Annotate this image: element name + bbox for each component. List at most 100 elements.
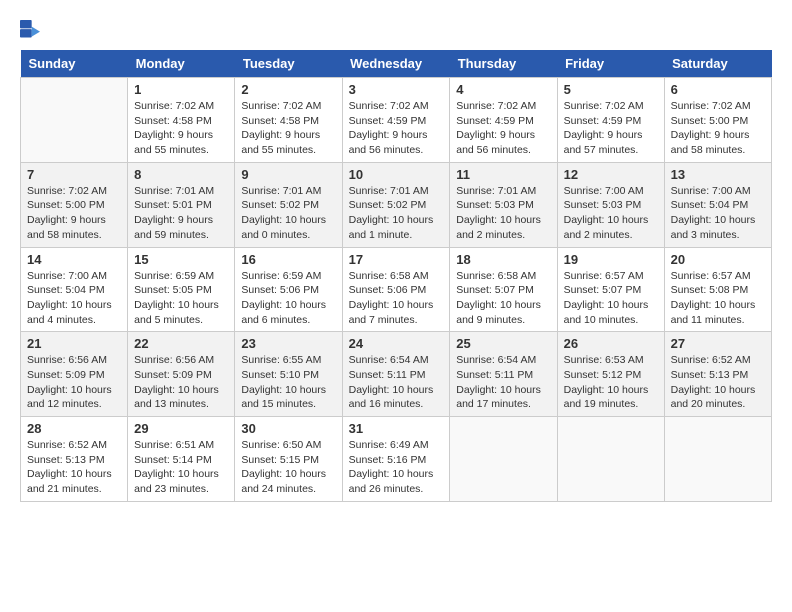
- cell-info: Sunrise: 6:56 AMSunset: 5:09 PMDaylight:…: [27, 353, 121, 412]
- cell-info: Sunrise: 6:57 AMSunset: 5:07 PMDaylight:…: [564, 269, 658, 328]
- calendar-cell: 14 Sunrise: 7:00 AMSunset: 5:04 PMDayligh…: [21, 247, 128, 332]
- date-number: 3: [349, 82, 444, 97]
- date-number: 29: [134, 421, 228, 436]
- cell-info: Sunrise: 7:00 AMSunset: 5:03 PMDaylight:…: [564, 184, 658, 243]
- calendar-cell: 1Sunrise: 7:02 AMSunset: 4:58 PMDaylight…: [128, 78, 235, 163]
- cell-info: Sunrise: 7:01 AMSunset: 5:02 PMDaylight:…: [349, 184, 444, 243]
- date-number: 25: [456, 336, 550, 351]
- date-number: 26: [564, 336, 658, 351]
- cell-info: Sunrise: 6:54 AMSunset: 5:11 PMDaylight:…: [456, 353, 550, 412]
- page-header: [20, 20, 772, 40]
- calendar-cell: 27 Sunrise: 6:52 AMSunset: 5:13 PMDayligh…: [664, 332, 771, 417]
- calendar-cell: 23 Sunrise: 6:55 AMSunset: 5:10 PMDayligh…: [235, 332, 342, 417]
- calendar-cell: 24 Sunrise: 6:54 AMSunset: 5:11 PMDayligh…: [342, 332, 450, 417]
- logo: [20, 20, 44, 40]
- cell-info: Sunrise: 6:58 AMSunset: 5:06 PMDaylight:…: [349, 269, 444, 328]
- cell-info: Sunrise: 7:02 AMSunset: 4:59 PMDaylight:…: [456, 99, 550, 158]
- day-header-saturday: Saturday: [664, 50, 771, 78]
- date-number: 23: [241, 336, 335, 351]
- cell-info: Sunrise: 6:56 AMSunset: 5:09 PMDaylight:…: [134, 353, 228, 412]
- date-number: 31: [349, 421, 444, 436]
- calendar-cell: 25 Sunrise: 6:54 AMSunset: 5:11 PMDayligh…: [450, 332, 557, 417]
- date-number: 10: [349, 167, 444, 182]
- calendar-cell: 20 Sunrise: 6:57 AMSunset: 5:08 PMDayligh…: [664, 247, 771, 332]
- cell-info: Sunrise: 7:01 AMSunset: 5:01 PMDaylight:…: [134, 184, 228, 243]
- cell-info: Sunrise: 6:55 AMSunset: 5:10 PMDaylight:…: [241, 353, 335, 412]
- date-number: 30: [241, 421, 335, 436]
- date-number: 15: [134, 252, 228, 267]
- cell-info: Sunrise: 7:02 AMSunset: 4:59 PMDaylight:…: [564, 99, 658, 158]
- cell-info: Sunrise: 7:01 AMSunset: 5:03 PMDaylight:…: [456, 184, 550, 243]
- calendar-cell: 8 Sunrise: 7:01 AMSunset: 5:01 PMDaylight…: [128, 162, 235, 247]
- cell-info: Sunrise: 6:52 AMSunset: 5:13 PMDaylight:…: [27, 438, 121, 497]
- cell-info: Sunrise: 6:58 AMSunset: 5:07 PMDaylight:…: [456, 269, 550, 328]
- date-number: 11: [456, 167, 550, 182]
- calendar-cell: 26 Sunrise: 6:53 AMSunset: 5:12 PMDayligh…: [557, 332, 664, 417]
- calendar-cell: 10 Sunrise: 7:01 AMSunset: 5:02 PMDayligh…: [342, 162, 450, 247]
- calendar-cell: 11 Sunrise: 7:01 AMSunset: 5:03 PMDayligh…: [450, 162, 557, 247]
- date-number: 24: [349, 336, 444, 351]
- cell-info: Sunrise: 7:00 AMSunset: 5:04 PMDaylight:…: [671, 184, 765, 243]
- calendar-cell: 15 Sunrise: 6:59 AMSunset: 5:05 PMDayligh…: [128, 247, 235, 332]
- cell-info: Sunrise: 6:53 AMSunset: 5:12 PMDaylight:…: [564, 353, 658, 412]
- calendar-cell: 21Sunrise: 6:56 AMSunset: 5:09 PMDayligh…: [21, 332, 128, 417]
- cell-info: Sunrise: 6:54 AMSunset: 5:11 PMDaylight:…: [349, 353, 444, 412]
- day-header-sunday: Sunday: [21, 50, 128, 78]
- cell-info: Sunrise: 7:02 AMSunset: 5:00 PMDaylight:…: [27, 184, 121, 243]
- cell-info: Sunrise: 7:02 AMSunset: 4:58 PMDaylight:…: [134, 99, 228, 158]
- cell-info: Sunrise: 7:02 AMSunset: 4:58 PMDaylight:…: [241, 99, 335, 158]
- calendar-cell: 22 Sunrise: 6:56 AMSunset: 5:09 PMDayligh…: [128, 332, 235, 417]
- calendar-cell: 2 Sunrise: 7:02 AMSunset: 4:58 PMDaylight…: [235, 78, 342, 163]
- day-header-friday: Friday: [557, 50, 664, 78]
- calendar-cell: 30 Sunrise: 6:50 AMSunset: 5:15 PMDayligh…: [235, 417, 342, 502]
- date-number: 16: [241, 252, 335, 267]
- date-number: 17: [349, 252, 444, 267]
- date-number: 7: [27, 167, 121, 182]
- cell-info: Sunrise: 6:57 AMSunset: 5:08 PMDaylight:…: [671, 269, 765, 328]
- cell-info: Sunrise: 7:02 AMSunset: 4:59 PMDaylight:…: [349, 99, 444, 158]
- calendar-cell: 3 Sunrise: 7:02 AMSunset: 4:59 PMDaylight…: [342, 78, 450, 163]
- day-header-monday: Monday: [128, 50, 235, 78]
- date-number: 13: [671, 167, 765, 182]
- date-number: 28: [27, 421, 121, 436]
- date-number: 9: [241, 167, 335, 182]
- date-number: 4: [456, 82, 550, 97]
- calendar-cell: 18Sunrise: 6:58 AMSunset: 5:07 PMDayligh…: [450, 247, 557, 332]
- calendar-cell: 16 Sunrise: 6:59 AMSunset: 5:06 PMDayligh…: [235, 247, 342, 332]
- date-number: 14: [27, 252, 121, 267]
- calendar-cell: 19 Sunrise: 6:57 AMSunset: 5:07 PMDayligh…: [557, 247, 664, 332]
- calendar-table: SundayMondayTuesdayWednesdayThursdayFrid…: [20, 50, 772, 502]
- cell-info: Sunrise: 6:49 AMSunset: 5:16 PMDaylight:…: [349, 438, 444, 497]
- calendar-cell: 5 Sunrise: 7:02 AMSunset: 4:59 PMDaylight…: [557, 78, 664, 163]
- calendar-cell: 7 Sunrise: 7:02 AMSunset: 5:00 PMDaylight…: [21, 162, 128, 247]
- date-number: 5: [564, 82, 658, 97]
- logo-icon: [20, 20, 40, 40]
- date-number: 20: [671, 252, 765, 267]
- calendar-cell: [450, 417, 557, 502]
- cell-info: Sunrise: 6:50 AMSunset: 5:15 PMDaylight:…: [241, 438, 335, 497]
- date-number: 22: [134, 336, 228, 351]
- date-number: 27: [671, 336, 765, 351]
- calendar-cell: 28 Sunrise: 6:52 AMSunset: 5:13 PMDayligh…: [21, 417, 128, 502]
- calendar-cell: [664, 417, 771, 502]
- calendar-cell: 9 Sunrise: 7:01 AMSunset: 5:02 PMDaylight…: [235, 162, 342, 247]
- calendar-cell: 29 Sunrise: 6:51 AMSunset: 5:14 PMDayligh…: [128, 417, 235, 502]
- date-number: 19: [564, 252, 658, 267]
- calendar-cell: 12 Sunrise: 7:00 AMSunset: 5:03 PMDayligh…: [557, 162, 664, 247]
- date-number: 12: [564, 167, 658, 182]
- calendar-cell: 31 Sunrise: 6:49 AMSunset: 5:16 PMDayligh…: [342, 417, 450, 502]
- cell-info: Sunrise: 7:02 AMSunset: 5:00 PMDaylight:…: [671, 99, 765, 158]
- date-number: 2: [241, 82, 335, 97]
- day-header-tuesday: Tuesday: [235, 50, 342, 78]
- cell-info: Sunrise: 6:51 AMSunset: 5:14 PMDaylight:…: [134, 438, 228, 497]
- calendar-cell: 13 Sunrise: 7:00 AMSunset: 5:04 PMDayligh…: [664, 162, 771, 247]
- date-number: 8: [134, 167, 228, 182]
- cell-info: Sunrise: 6:59 AMSunset: 5:06 PMDaylight:…: [241, 269, 335, 328]
- cell-info: Sunrise: 6:52 AMSunset: 5:13 PMDaylight:…: [671, 353, 765, 412]
- day-header-thursday: Thursday: [450, 50, 557, 78]
- cell-info: Sunrise: 7:01 AMSunset: 5:02 PMDaylight:…: [241, 184, 335, 243]
- calendar-cell: 6Sunrise: 7:02 AMSunset: 5:00 PMDaylight…: [664, 78, 771, 163]
- calendar-cell: 4 Sunrise: 7:02 AMSunset: 4:59 PMDaylight…: [450, 78, 557, 163]
- cell-info: Sunrise: 7:00 AMSunset: 5:04 PMDaylight:…: [27, 269, 121, 328]
- cell-info: Sunrise: 6:59 AMSunset: 5:05 PMDaylight:…: [134, 269, 228, 328]
